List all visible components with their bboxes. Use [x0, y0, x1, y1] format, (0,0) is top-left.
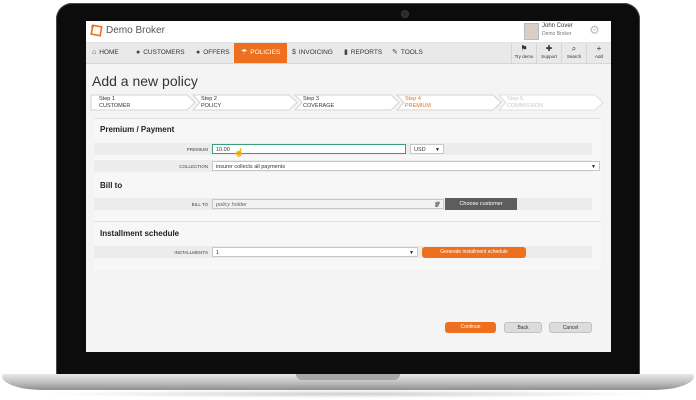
- collection-label: COLLECTION: [179, 164, 208, 169]
- mouse-cursor-icon: ☝: [234, 148, 244, 157]
- bill-to-placeholder: policy holder: [216, 202, 247, 208]
- step-name: PREMIUM: [405, 103, 431, 109]
- add-button[interactable]: + Add: [586, 43, 611, 63]
- generate-schedule-button[interactable]: Generate installment schedule: [422, 247, 526, 258]
- step-number: Step 1: [99, 96, 115, 102]
- search-button[interactable]: ⌕ Search: [561, 43, 586, 63]
- brand-name[interactable]: Demo Broker: [106, 25, 165, 36]
- currency-select[interactable]: USD ▼: [410, 144, 444, 154]
- nav-policies[interactable]: ☂ POLICIES: [234, 43, 288, 63]
- bill-to-label: BILL TO: [191, 202, 208, 207]
- trash-icon[interactable]: 🗑: [434, 200, 440, 210]
- nav-tools[interactable]: ✎ TOOLS: [386, 43, 429, 63]
- offers-icon: ●: [196, 49, 201, 56]
- search-label: Search: [566, 54, 582, 59]
- installment-section-title: Installment schedule: [100, 229, 180, 238]
- step-customer[interactable]: Step 1 CUSTOMER: [90, 94, 196, 111]
- continue-button[interactable]: Continue: [445, 322, 496, 333]
- tools-icon: ✎: [392, 49, 398, 56]
- nav-reports-label: REPORTS: [350, 49, 383, 56]
- nav-tools-label: TOOLS: [400, 49, 423, 56]
- step-name: COMMISSION: [507, 103, 544, 109]
- bill-row: BILL TO policy holder 🗑 Choose customer: [94, 198, 592, 210]
- cancel-button[interactable]: Cancel: [549, 322, 592, 333]
- support-label: Support: [541, 54, 557, 59]
- step-number: Step 3: [303, 96, 319, 102]
- installments-select[interactable]: 1 ▼: [212, 247, 418, 257]
- premium-row: PREMIUM 10.00 USD ▼: [94, 143, 592, 155]
- nav-policies-label: POLICIES: [250, 49, 281, 56]
- collection-row: COLLECTION insurer collects all payments…: [94, 160, 600, 172]
- collection-select[interactable]: insurer collects all payments ▼: [212, 161, 600, 171]
- nav-customers[interactable]: ● CUSTOMERS: [130, 43, 191, 63]
- support-icon: ✚: [545, 44, 553, 53]
- home-icon: ⌂: [92, 49, 97, 56]
- step-number: Step 2: [201, 96, 217, 102]
- nav-customers-label: CUSTOMERS: [143, 49, 185, 56]
- add-label: Add: [594, 54, 603, 59]
- back-button[interactable]: Back: [504, 322, 542, 333]
- step-premium[interactable]: Step 4 PREMIUM: [396, 94, 502, 111]
- chevron-down-icon: ▼: [409, 250, 414, 256]
- laptop-notch: [296, 374, 400, 380]
- currency-value: USD: [414, 147, 426, 153]
- try-demo-button[interactable]: ⚑ Try demo: [511, 43, 536, 63]
- chevron-down-icon: ▼: [435, 147, 440, 153]
- camera-icon: [402, 11, 408, 17]
- app-screen: Demo Broker John Cover Demo Broker ⚙ ⌂ HO…: [86, 21, 611, 352]
- invoicing-icon: $: [292, 49, 296, 56]
- bill-section-title: Bill to: [100, 181, 123, 190]
- support-button[interactable]: ✚ Support: [536, 43, 561, 63]
- gear-icon[interactable]: ⚙: [588, 24, 601, 37]
- brand-logo-icon: [90, 24, 103, 37]
- installments-value: 1: [216, 250, 220, 256]
- collection-value: insurer collects all payments: [216, 164, 286, 170]
- reports-icon: ▮: [344, 49, 348, 56]
- avatar[interactable]: [524, 23, 539, 40]
- nav-reports[interactable]: ▮ REPORTS: [338, 43, 388, 63]
- try-demo-label: Try demo: [514, 54, 534, 59]
- chevron-down-icon: ▼: [591, 164, 596, 170]
- premium-label: PREMIUM: [186, 147, 208, 152]
- bill-to-input[interactable]: policy holder 🗑: [212, 199, 444, 209]
- nav-invoicing[interactable]: $ INVOICING: [286, 43, 339, 63]
- page-title: Add a new policy: [92, 73, 198, 89]
- nav-offers[interactable]: ● OFFERS: [190, 43, 236, 63]
- step-number: Step 5: [507, 96, 523, 102]
- nav-home[interactable]: ⌂ HOME: [86, 43, 125, 63]
- customers-icon: ●: [136, 49, 141, 56]
- nav-home-label: HOME: [99, 49, 119, 56]
- step-coverage[interactable]: Step 3 COVERAGE: [294, 94, 400, 111]
- installments-label: INSTALLMENTS: [174, 250, 208, 255]
- step-commission[interactable]: Step 5 COMMISSION: [498, 94, 604, 111]
- user-company: Demo Broker: [542, 31, 572, 37]
- laptop-shadow: [40, 390, 656, 398]
- step-number: Step 4: [405, 96, 421, 102]
- nav-invoicing-label: INVOICING: [298, 49, 333, 56]
- search-icon: ⌕: [571, 44, 577, 53]
- choose-customer-button[interactable]: Choose customer: [445, 198, 517, 210]
- step-name: POLICY: [201, 103, 222, 109]
- step-policy[interactable]: Step 2 POLICY: [192, 94, 298, 111]
- step-name: CUSTOMER: [99, 103, 131, 109]
- installments-row: INSTALLMENTS 1 ▼ Generate installment sch…: [94, 246, 592, 258]
- add-icon: +: [596, 44, 602, 53]
- top-bar: Demo Broker John Cover Demo Broker ⚙: [86, 21, 611, 43]
- nav-offers-label: OFFERS: [203, 49, 230, 56]
- step-name: COVERAGE: [303, 103, 335, 109]
- premium-section-title: Premium / Payment: [100, 125, 175, 134]
- user-name[interactable]: John Cover: [542, 23, 573, 29]
- try-demo-icon: ⚑: [520, 44, 528, 53]
- policies-icon: ☂: [241, 49, 248, 56]
